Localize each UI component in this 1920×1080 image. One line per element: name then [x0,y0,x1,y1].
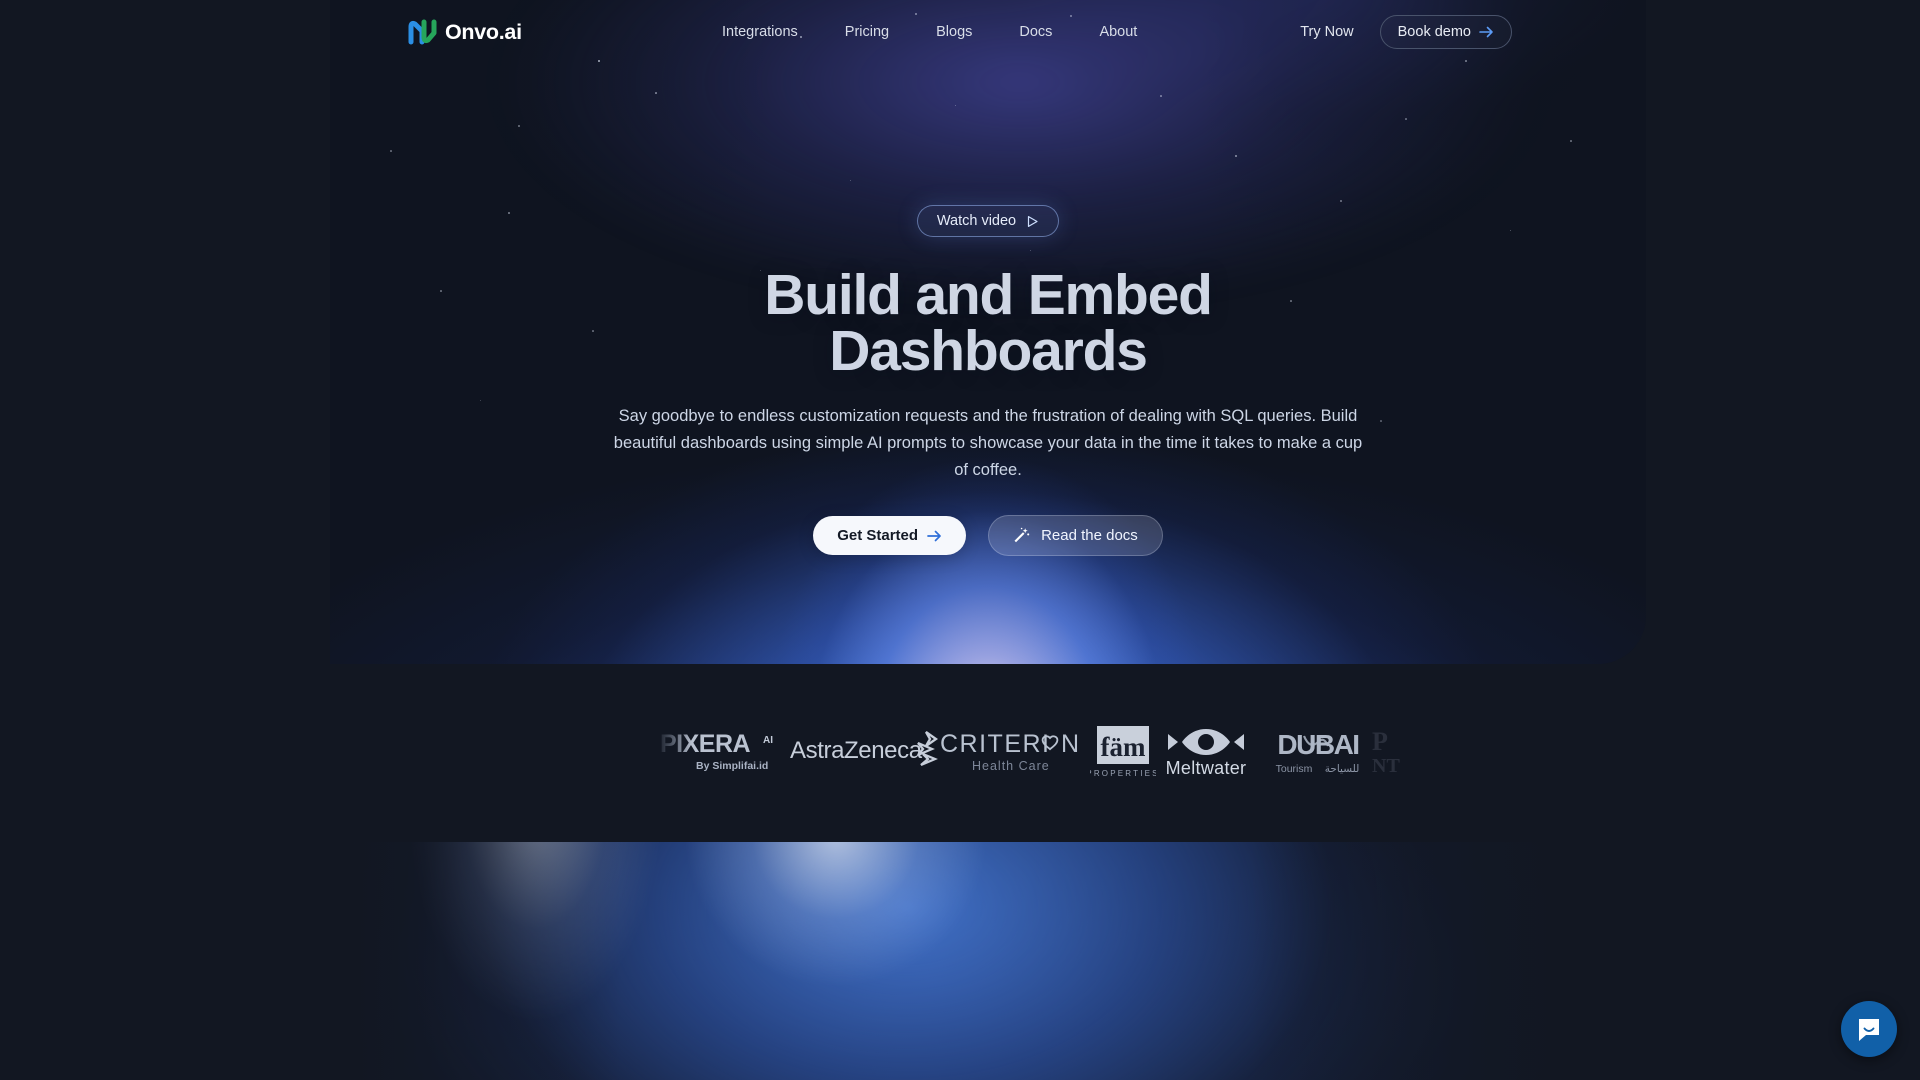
arrow-right-icon [1479,26,1493,38]
pixera-ai-suffix: AI [763,735,773,746]
book-demo-label: Book demo [1397,24,1471,40]
pixera-logo-icon: PIXERA AI By Simplifai.id [660,730,773,772]
pnt-wordmark-nt: NT [1372,755,1400,777]
play-triangle-icon [1028,215,1038,227]
astrazeneca-logo-icon: AstraZeneca [790,731,939,767]
onvo-logo-icon [408,19,437,45]
brand-name: Onvo.ai [445,19,522,44]
intercom-chat-launcher[interactable] [1841,1001,1897,1057]
get-started-button[interactable]: Get Started [813,516,967,555]
pixera-tagline: By Simplifai.id [696,760,768,772]
bottom-showcase-panel [354,842,1566,1080]
customer-logo-strip: PIXERA AI By Simplifai.id AstraZeneca CR… [0,664,1920,840]
logo-item-criterion: CRITERI N Health Care [940,726,1090,778]
nav-links: Integrations Pricing Blogs Docs About [722,24,1137,40]
top-navigation-bar: Onvo.ai Integrations Pricing Blogs Docs … [0,0,1920,64]
dubai-tagline: Tourism [1276,763,1313,775]
astrazeneca-wordmark: AstraZeneca [790,737,923,764]
read-the-docs-button[interactable]: Read the docs [988,515,1163,556]
logo-item-fam: fäm PROPERTIES [1090,724,1156,780]
logo-item-pnt-partial: P NT [1368,724,1414,780]
logo-item-meltwater: Meltwater [1156,724,1268,780]
bottom-panel-edge-mask [354,842,1566,1080]
watch-video-badge[interactable]: Watch video [916,205,1060,237]
fam-tagline: PROPERTIES [1090,769,1156,778]
meltwater-wordmark: Meltwater [1166,758,1247,778]
criterion-wordmark: CRITERI [940,730,1051,758]
nav-actions: Try Now Book demo [1300,15,1512,49]
criterion-wordmark-end: N [1061,730,1079,758]
logo-item-astrazeneca: AstraZeneca [790,725,940,779]
try-now-link[interactable]: Try Now [1300,24,1353,40]
pnt-logo-icon: P NT [1372,727,1400,777]
dubai-wordmark: DUBAI [1277,729,1358,760]
nav-item-pricing[interactable]: Pricing [845,24,889,40]
hero-cta-row: Get Started Read the docs [813,515,1163,556]
hero-bottom-glow [330,202,1646,664]
pixera-wordmark: PIXERA [660,730,751,758]
brand-logo[interactable]: Onvo.ai [408,19,522,45]
pnt-wordmark-p: P [1372,727,1388,756]
meltwater-logo-icon: Meltwater [1166,729,1247,778]
nav-item-about[interactable]: About [1099,24,1137,40]
arrow-right-icon [927,530,941,541]
dubai-tourism-logo-icon: DUBAI Tourism للسياحة [1276,729,1360,775]
meltwater-eye-icon [1168,729,1244,755]
fam-wordmark: fäm [1101,732,1146,762]
book-demo-button[interactable]: Book demo [1379,15,1512,49]
logo-carousel-track: PIXERA AI By Simplifai.id AstraZeneca CR… [260,724,1660,780]
nav-item-integrations[interactable]: Integrations [722,24,798,40]
intercom-chat-bubble-icon [1859,1019,1879,1041]
watch-video-label: Watch video [936,213,1017,229]
read-the-docs-label: Read the docs [1041,527,1138,544]
criterion-tagline: Health Care [972,759,1050,773]
nav-item-docs[interactable]: Docs [1019,24,1052,40]
dubai-tagline-arabic: للسياحة [1325,763,1360,775]
hero-panel [330,0,1646,664]
get-started-label: Get Started [837,527,919,544]
logo-item-pixera: PIXERA AI By Simplifai.id [660,726,790,778]
criterion-logo-icon: CRITERI N Health Care [940,730,1079,773]
fam-logo-icon: fäm PROPERTIES [1090,726,1156,778]
logo-item-dubai: DUBAI Tourism للسياحة [1268,724,1368,780]
magic-wand-sparkle-icon [1014,527,1030,543]
nav-item-blogs[interactable]: Blogs [936,24,972,40]
